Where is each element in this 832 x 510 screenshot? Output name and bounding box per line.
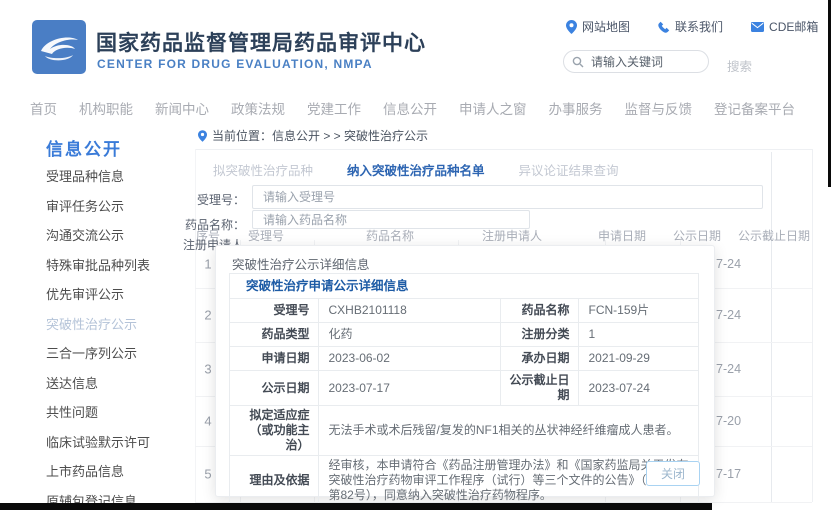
header-search-box (563, 50, 709, 73)
field-label-drug-type: 药品类型 (230, 323, 318, 347)
row-end-date: 7-24 (716, 362, 741, 376)
field-label-apply-date: 申请日期 (230, 347, 318, 371)
row-end-date: 7-24 (716, 308, 741, 322)
detail-table: 受理号 CXHB2101118 药品名称 FCN-159片 药品类型 化药 注册… (230, 299, 698, 505)
field-value-publicity-date: 2023-07-17 (318, 371, 500, 406)
sidebar-item-priority-review[interactable]: 优先审评公示 (46, 288, 150, 301)
field-value-drug-type: 化药 (318, 323, 500, 347)
nav-item-applicant-window[interactable]: 申请人之窗 (459, 98, 527, 118)
sidebar-item-delivery-info[interactable]: 送达信息 (46, 377, 150, 390)
modal-title: 突破性治疗公示详细信息 (232, 254, 370, 273)
field-label-indication: 拟定适应症（或功能主治） (230, 406, 318, 456)
field-value-undertake-date: 2021-09-29 (578, 347, 698, 371)
sidebar-item-review-tasks[interactable]: 审评任务公示 (46, 200, 150, 213)
site-title: 国家药品监督管理局药品审评中心 (96, 27, 426, 57)
tab-bar: 拟突破性治疗品种 纳入突破性治疗品种名单 异议论证结果查询 (213, 160, 619, 179)
contact-label: 联系我们 (675, 18, 723, 35)
sidebar-item-special-approval[interactable]: 特殊审批品种列表 (46, 259, 150, 272)
modal-detail-box: 突破性治疗申请公示详细信息 受理号 CXHB2101118 药品名称 FCN-1… (229, 273, 699, 506)
sidebar-title: 信息公开 (46, 135, 122, 160)
sitemap-link[interactable]: 网站地图 (566, 18, 630, 35)
logo-swoosh-icon (32, 20, 86, 74)
breadcrumb-pin-icon (198, 130, 207, 142)
modal-close-button[interactable]: 关闭 (646, 461, 700, 486)
field-value-reg-category: 1 (578, 323, 698, 347)
field-label-reg-category: 注册分类 (500, 323, 578, 347)
row-end-date: 7-17 (716, 467, 741, 481)
sidebar-item-breakthrough-therapy[interactable]: 突破性治疗公示 (46, 318, 150, 331)
nav-item-registration-platform[interactable]: 登记备案平台 (714, 98, 795, 118)
row-end-date: 7-24 (716, 257, 741, 271)
drug-name-input[interactable] (252, 210, 530, 229)
site-subtitle: CENTER FOR DRUG EVALUATION, NMPA (97, 57, 373, 71)
breadcrumb: 当前位置：信息公开 > > 突破性治疗公示 (198, 127, 428, 144)
nav-item-home[interactable]: 首页 (30, 98, 57, 118)
nav-item-supervision[interactable]: 监督与反馈 (625, 98, 693, 118)
sidebar-item-accepted-varieties[interactable]: 受理品种信息 (46, 170, 150, 183)
cde-mail-link[interactable]: CDE邮箱 (751, 18, 818, 35)
acceptance-no-label: 受理号： (189, 191, 245, 208)
sidebar-item-clinical-trial-permit[interactable]: 临床试验默示许可 (46, 436, 150, 449)
field-label-publicity-date: 公示日期 (230, 371, 318, 406)
cde-logo (32, 20, 86, 74)
header-quick-links: 网站地图 联系我们 CDE邮箱 (566, 18, 818, 35)
breakthrough-detail-modal: 突破性治疗公示详细信息 突破性治疗申请公示详细信息 受理号 CXHB210111… (215, 245, 715, 497)
sidebar-menu: 受理品种信息 审评任务公示 沟通交流公示 特殊审批品种列表 优先审评公示 突破性… (46, 170, 150, 508)
field-value-drug-name: FCN-159片 (578, 299, 698, 323)
field-value-indication: 无法手术或术后残留/复发的NF1相关的丛状神经纤维瘤成人患者。 (318, 406, 698, 456)
sidebar-item-communication[interactable]: 沟通交流公示 (46, 229, 150, 242)
nav-item-party[interactable]: 党建工作 (307, 98, 361, 118)
nav-item-services[interactable]: 办事服务 (549, 98, 603, 118)
field-value-acceptance-no: CXHB2101118 (318, 299, 500, 323)
tab-included-breakthrough-list[interactable]: 纳入突破性治疗品种名单 (347, 160, 485, 179)
screenshot-border-right (828, 0, 831, 187)
nav-item-news[interactable]: 新闻中心 (155, 98, 209, 118)
envelope-icon (751, 22, 764, 32)
row-end-date: 7-20 (716, 414, 741, 428)
field-label-rationale: 理由及依据 (230, 456, 318, 506)
field-value-apply-date: 2023-06-02 (318, 347, 500, 371)
sitemap-label: 网站地图 (582, 18, 630, 35)
search-button[interactable]: 搜索 (727, 56, 752, 75)
field-label-drug-name: 药品名称 (500, 299, 578, 323)
nav-item-info-disclosure[interactable]: 信息公开 (383, 98, 437, 118)
location-pin-icon (566, 20, 577, 34)
phone-icon (658, 21, 670, 33)
breadcrumb-text: 当前位置：信息公开 > > 突破性治疗公示 (212, 127, 428, 144)
field-label-acceptance-no: 受理号 (230, 299, 318, 323)
panel-border (812, 149, 813, 502)
acceptance-no-input[interactable] (252, 185, 763, 209)
sidebar-item-three-in-one[interactable]: 三合一序列公示 (46, 347, 150, 360)
sidebar-item-marketed-drugs[interactable]: 上市药品信息 (46, 465, 150, 478)
contact-link[interactable]: 联系我们 (658, 18, 723, 35)
nav-item-policy[interactable]: 政策法规 (231, 98, 285, 118)
search-icon (572, 56, 584, 68)
panel-border (195, 149, 812, 150)
field-value-rationale: 经审核，本申请符合《药品注册管理办法》和《国家药监局关于发布突破性治疗药物审评工… (318, 456, 698, 506)
tab-objection-result-query[interactable]: 异议论证结果查询 (519, 160, 619, 179)
field-label-undertake-date: 承办日期 (500, 347, 578, 371)
modal-section-title: 突破性治疗申请公示详细信息 (230, 274, 698, 299)
field-label-publicity-end-date: 公示截止日期 (500, 371, 578, 406)
main-nav: 首页 机构职能 新闻中心 政策法规 党建工作 信息公开 申请人之窗 办事服务 监… (30, 98, 795, 118)
keyword-search-input[interactable] (589, 54, 703, 70)
screenshot-border-bottom (0, 503, 712, 510)
tab-proposed-breakthrough[interactable]: 拟突破性治疗品种 (213, 160, 313, 179)
cde-mail-label: CDE邮箱 (769, 18, 818, 35)
page: 国家药品监督管理局药品审评中心 CENTER FOR DRUG EVALUATI… (0, 0, 832, 510)
sidebar-item-common-issues[interactable]: 共性问题 (46, 406, 150, 419)
field-value-publicity-end-date: 2023-07-24 (578, 371, 698, 406)
nav-item-functions[interactable]: 机构职能 (79, 98, 133, 118)
